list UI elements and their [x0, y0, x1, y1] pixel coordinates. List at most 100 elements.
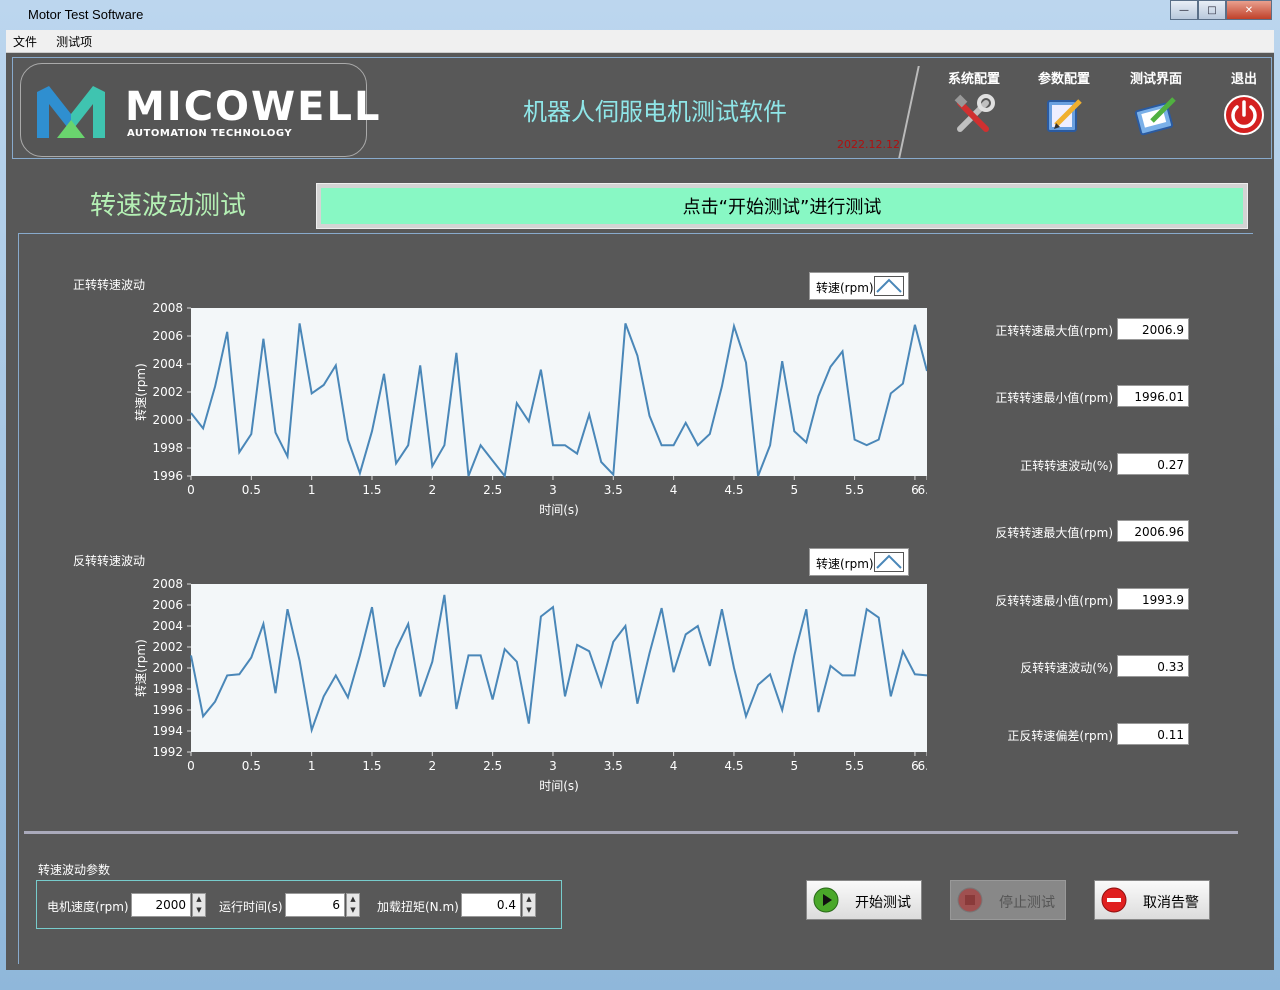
y-tick-label: 1996 [152, 703, 183, 717]
y-tick-label: 2008 [152, 301, 183, 315]
start-test-label: 开始测试 [855, 895, 911, 911]
x-tick-label: 0 [187, 483, 195, 497]
logo-name: MICOWELL [125, 84, 382, 130]
nav-test-interface-label: 测试界面 [1129, 72, 1182, 87]
params-box: 电机速度(rpm) 2000 ▲ ▼ 运行时间(s) 6 ▲ ▼ 加载扭矩(N.m)… [36, 880, 562, 929]
client-area: MICOWELL AUTOMATION TECHNOLOGY 机器人伺服电机测试… [6, 53, 1274, 970]
stat-value: 0.11 [1117, 723, 1189, 745]
nav-param-config-label: 参数配置 [1037, 72, 1090, 87]
x-tick-label: 1 [308, 483, 316, 497]
y-tick-label: 1996 [152, 469, 183, 483]
x-tick-label: 1 [308, 759, 316, 773]
x-tick-label: 0 [187, 759, 195, 773]
stat-label: 正反转速偏差(rpm) [1007, 729, 1113, 743]
y-tick-label: 1998 [152, 682, 183, 696]
motor-speed-label: 电机速度(rpm) [47, 900, 129, 914]
stat-speed-deviation: 正反转速偏差(rpm) 0.11 [979, 723, 1189, 747]
cancel-alarm-button[interactable]: 取消告警 [1094, 880, 1210, 920]
x-tick-label: 2 [428, 483, 436, 497]
minus-circle-icon [1101, 887, 1127, 913]
stat-value: 1996.01 [1117, 385, 1189, 407]
stat-label: 正转转速最大值(rpm) [995, 324, 1113, 338]
y-tick-label: 2004 [152, 619, 183, 633]
stat-reverse-min: 反转转速最小值(rpm) 1993.9 [979, 588, 1189, 612]
reverse-chart-legend: 转速(rpm) [809, 548, 909, 576]
status-prompt-text: 点击“开始测试”进行测试 [321, 188, 1243, 224]
y-axis-label: 转速(rpm) [133, 363, 148, 421]
cancel-alarm-label: 取消告警 [1143, 895, 1199, 911]
x-tick-label: 5.5 [845, 483, 864, 497]
nav-param-config[interactable]: 参数配置 [1029, 68, 1099, 152]
stat-label: 反转转速最大值(rpm) [995, 526, 1113, 540]
run-time-input[interactable]: 6 [285, 893, 345, 917]
menu-file[interactable]: 文件 [6, 30, 44, 53]
stat-value: 2006.9 [1117, 318, 1189, 340]
maximize-button[interactable]: □ [1198, 0, 1226, 20]
y-tick-label: 2006 [152, 598, 183, 612]
stat-label: 正转转速最小值(rpm) [995, 391, 1113, 405]
x-tick-label: 4.5 [724, 483, 743, 497]
separator [24, 831, 1238, 834]
y-tick-label: 2004 [152, 357, 183, 371]
stat-forward-min: 正转转速最小值(rpm) 1996.01 [979, 385, 1189, 409]
app-window: Motor Test Software — □ ✕ 文件 测试项 MICOWEL… [0, 0, 1280, 990]
x-tick-label: 4 [670, 483, 678, 497]
x-axis-label: 时间(s) [539, 779, 579, 793]
run-time-stepper[interactable]: ▲ ▼ [346, 893, 360, 917]
y-tick-label: 2008 [152, 577, 183, 591]
x-axis-label: 时间(s) [539, 503, 579, 517]
y-tick-label: 2000 [152, 413, 183, 427]
stat-label: 正转转速波动(%) [1020, 459, 1113, 473]
x-tick-label: 6.1 [917, 759, 927, 773]
menu-test-items[interactable]: 测试项 [49, 30, 99, 53]
nav-exit[interactable]: 退出 [1209, 68, 1279, 152]
close-button[interactable]: ✕ [1226, 0, 1272, 20]
x-tick-label: 2 [428, 759, 436, 773]
torque-stepper[interactable]: ▲ ▼ [522, 893, 536, 917]
x-tick-label: 3 [549, 759, 557, 773]
test-panel: 正转转速波动 1996 1998 2000 2002 2004 2006 2008 0 0.5 1… [18, 233, 1253, 964]
stat-forward-fluctuation: 正转转速波动(%) 0.27 [979, 453, 1189, 477]
params-title: 转速波动参数 [38, 863, 111, 877]
test-title: 转速波动测试 [90, 191, 247, 221]
logo-subtitle: AUTOMATION TECHNOLOGY [127, 128, 293, 139]
reverse-chart-title: 反转转速波动 [73, 554, 146, 568]
x-tick-label: 3.5 [604, 483, 623, 497]
run-time-label: 运行时间(s) [219, 900, 283, 914]
window-title: Motor Test Software [28, 7, 144, 22]
y-tick-label: 2002 [152, 640, 183, 654]
stop-test-label: 停止测试 [999, 895, 1055, 911]
y-tick-label: 2006 [152, 329, 183, 343]
nav-test-interface[interactable]: 测试界面 [1121, 68, 1191, 152]
header: MICOWELL AUTOMATION TECHNOLOGY 机器人伺服电机测试… [12, 57, 1272, 159]
stat-value: 2006.96 [1117, 520, 1189, 542]
y-tick-label: 2000 [152, 661, 183, 675]
status-prompt: 点击“开始测试”进行测试 [316, 183, 1248, 229]
power-icon [1224, 95, 1264, 135]
y-tick-label: 1992 [152, 745, 183, 759]
menu-bar: 文件 测试项 [6, 30, 1274, 53]
x-tick-label: 0.5 [242, 759, 261, 773]
stat-value: 0.27 [1117, 453, 1189, 475]
motor-speed-input[interactable]: 2000 [131, 893, 191, 917]
torque-input[interactable]: 0.4 [461, 893, 521, 917]
minimize-button[interactable]: — [1170, 0, 1198, 20]
motor-speed-stepper[interactable]: ▲ ▼ [192, 893, 206, 917]
nav-exit-label: 退出 [1230, 72, 1257, 87]
legend-label: 转速(rpm) [816, 281, 874, 295]
x-tick-label: 1.5 [362, 483, 381, 497]
x-tick-label: 1.5 [362, 759, 381, 773]
nav-system-config-label: 系统配置 [947, 72, 1000, 87]
x-tick-label: 2.5 [483, 483, 502, 497]
play-icon [813, 887, 839, 913]
stat-reverse-max: 反转转速最大值(rpm) 2006.96 [979, 520, 1189, 544]
start-test-button[interactable]: 开始测试 [806, 880, 922, 920]
stop-test-button[interactable]: 停止测试 [950, 880, 1066, 920]
y-axis-label: 转速(rpm) [133, 639, 148, 697]
nav-system-config[interactable]: 系统配置 [939, 68, 1009, 152]
y-tick-label: 1994 [152, 724, 183, 738]
stop-icon [957, 887, 983, 913]
x-tick-label: 2.5 [483, 759, 502, 773]
clipboard-check-icon [1134, 97, 1176, 136]
logo: MICOWELL AUTOMATION TECHNOLOGY [20, 63, 379, 157]
